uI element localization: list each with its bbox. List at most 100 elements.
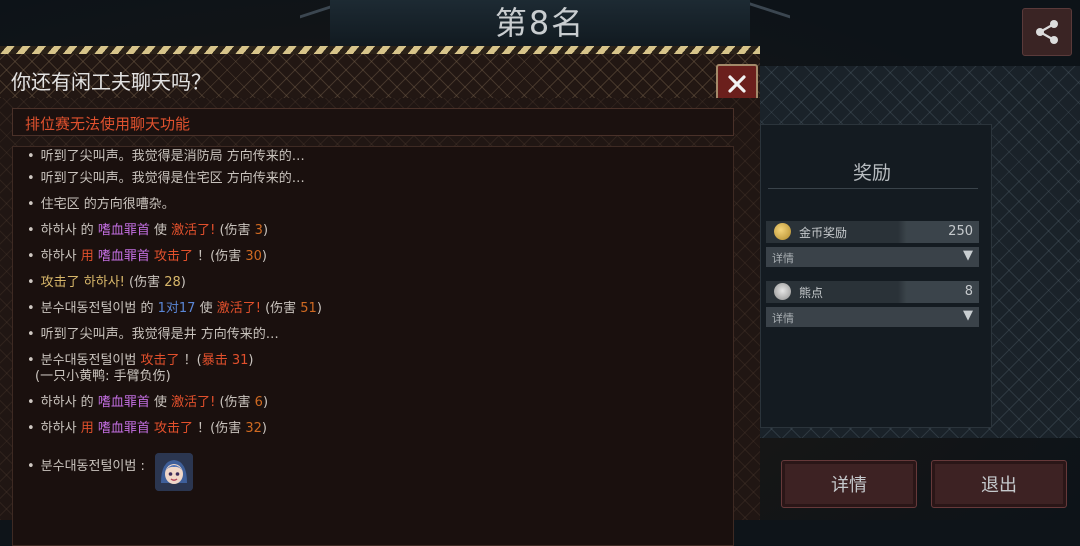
chat-message: • 분수대동전털이범 : <box>27 455 145 474</box>
bullet: • <box>27 171 35 186</box>
chat-message-segment: 激活了! <box>171 395 216 410</box>
chat-message-segment: 하하사 的 <box>40 223 98 238</box>
chat-message-segment: (一只小黄鸭: 手臂负伤) <box>35 369 171 384</box>
gold-detail-dropdown[interactable]: 详情 ▼ <box>766 247 979 267</box>
chat-message-segment: 32 <box>245 421 262 436</box>
close-icon <box>728 75 746 93</box>
hazard-stripe <box>0 46 760 54</box>
chat-message: • 분수대동전털이범 的 1对17 使 激活了! (伤害 51) <box>27 297 322 316</box>
chat-message-segment: ) <box>261 249 267 264</box>
gold-detail-label: 详情 <box>772 252 794 265</box>
chat-message-segment: 30 <box>245 249 262 264</box>
chat-message-segment: 使 <box>149 223 172 238</box>
chat-message-segment: ！( <box>179 353 202 368</box>
chat-dialog: 你还有闲工夫聊天吗？ 排位赛无法使用聊天功能 • 听到了尖叫声。我觉得是消防局 方… <box>0 46 760 546</box>
share-button[interactable] <box>1022 8 1072 56</box>
chat-message: • 하하사 的 嗜血罪首 使 激活了! (伤害 3) <box>27 219 268 238</box>
chat-log[interactable]: • 听到了尖叫声。我觉得是消防局 方向传来的… • 听到了尖叫声。我觉得是住宅区 方向… <box>12 146 734 546</box>
gold-reward-row: 金币奖励 250 <box>766 221 979 243</box>
chat-message-segment: 하하사 <box>40 421 81 436</box>
chat-message-segment: ！(伤害 <box>193 421 246 436</box>
chat-message-segment: 住宅区 的方向很嘈杂。 <box>40 197 175 212</box>
chat-message-segment: (伤害 <box>124 275 165 290</box>
chat-message-segment: 听到了尖叫声。我觉得是消防局 方向传来的… <box>40 149 305 164</box>
chat-message-segment: 用 <box>80 249 98 264</box>
chat-message: • 하하사 的 嗜血罪首 使 激活了! (伤害 6) <box>27 391 268 410</box>
bullet: • <box>27 395 35 410</box>
chat-message-segment: 用 <box>80 421 98 436</box>
chat-message-segment: ) <box>262 395 269 410</box>
chat-message-segment: 6 <box>254 395 263 410</box>
chat-message: • 听到了尖叫声。我觉得是住宅区 方向传来的… <box>27 167 305 186</box>
chat-message: (一只小黄鸭: 手臂负伤) <box>35 365 171 384</box>
chat-message-segment: ) <box>262 223 269 238</box>
chat-message: • 하하사 用 嗜血罪首 攻击了 ！(伤害 30) <box>27 245 267 264</box>
chat-message: • 听到了尖叫声。我觉得是消防局 方向传来的… <box>27 147 305 164</box>
bullet: • <box>27 301 35 316</box>
chat-message-segment: 嗜血罪首 <box>97 421 150 436</box>
bear-points-value: 8 <box>964 284 973 299</box>
bear-detail-label: 详情 <box>772 312 794 325</box>
chat-message-segment: 攻击了 하하사! <box>40 275 125 290</box>
chat-message-segment: ！(伤害 <box>193 249 246 264</box>
gold-reward-label: 金币奖励 <box>799 226 848 240</box>
bullet: • <box>27 327 35 342</box>
chat-message-segment: 听到了尖叫声。我觉得是住宅区 方向传来的… <box>40 171 305 186</box>
avatar <box>155 453 193 491</box>
dialog-title: 你还有闲工夫聊天吗？ <box>11 70 211 94</box>
chat-message-segment: 嗜血罪首 <box>97 223 150 238</box>
bullet: • <box>27 197 35 212</box>
chat-message-segment: 분수대동전털이범 的 <box>40 301 158 316</box>
chat-message-segment: 激活了! <box>216 301 261 316</box>
reward-divider <box>768 188 978 189</box>
chat-message-segment: 3 <box>254 223 263 238</box>
rank-title: 第8名 <box>494 4 586 42</box>
bullet: • <box>27 459 35 474</box>
bear-icon <box>774 283 791 300</box>
chat-message-segment: ) <box>180 275 186 290</box>
chat-disabled-notice: 排位赛无法使用聊天功能 <box>12 108 734 136</box>
gold-coin-icon <box>774 223 791 240</box>
chat-message-segment: 嗜血罪首 <box>97 249 150 264</box>
chat-message-segment: ) <box>316 301 322 316</box>
chat-message-segment: (伤害 <box>260 301 301 316</box>
chat-message-segment: 听到了尖叫声。我觉得是井 方向传来的… <box>40 327 279 342</box>
detail-button[interactable]: 详情 <box>781 460 917 508</box>
character-portrait-icon <box>155 453 193 491</box>
reward-title: 奖励 <box>852 162 891 184</box>
chat-message-segment: ) <box>261 421 267 436</box>
chevron-down-icon: ▼ <box>963 308 973 323</box>
chat-message: • 하하사 用 嗜血罪首 攻击了 ！(伤害 32) <box>27 417 267 436</box>
chat-message-segment: 51 <box>300 301 317 316</box>
bullet: • <box>27 223 35 238</box>
share-icon <box>1036 20 1058 44</box>
dialog-header: 你还有闲工夫聊天吗？ <box>0 54 760 104</box>
chat-message: • 住宅区 的方向很嘈杂。 <box>27 193 175 212</box>
chat-message-segment: (伤害 <box>215 223 255 238</box>
bullet: • <box>27 275 35 290</box>
chat-message-segment: 1对17 <box>157 301 196 316</box>
bear-points-row: 熊点 8 <box>766 281 979 303</box>
rank-banner: 第8名 <box>330 0 750 48</box>
chat-message-segment: 하하사 的 <box>40 395 98 410</box>
notice-text: 排位赛无法使用聊天功能 <box>25 115 191 133</box>
bullet: • <box>27 421 35 436</box>
bullet: • <box>27 249 35 264</box>
bear-points-label: 熊点 <box>799 286 824 300</box>
chat-message-segment: 攻击了 <box>153 421 193 436</box>
chat-message-segment: 분수대동전털이범 : <box>40 459 145 474</box>
chat-message-segment: 嗜血罪首 <box>97 395 150 410</box>
exit-button[interactable]: 退出 <box>931 460 1067 508</box>
chat-message-segment: 激活了! <box>171 223 216 238</box>
chat-message-segment: 使 <box>149 395 172 410</box>
chat-message-segment: 暴击 31 <box>201 353 249 368</box>
bullet: • <box>27 149 35 164</box>
chat-message-segment: 攻击了 <box>153 249 193 264</box>
chat-message-segment: 28 <box>164 275 181 290</box>
chat-message-segment: 使 <box>195 301 217 316</box>
chat-message-segment: ) <box>248 353 254 368</box>
chat-message-segment: (伤害 <box>215 395 255 410</box>
bear-detail-dropdown[interactable]: 详情 ▼ <box>766 307 979 327</box>
gold-reward-value: 250 <box>948 224 973 239</box>
chat-message: • 听到了尖叫声。我觉得是井 方向传来的… <box>27 323 279 342</box>
